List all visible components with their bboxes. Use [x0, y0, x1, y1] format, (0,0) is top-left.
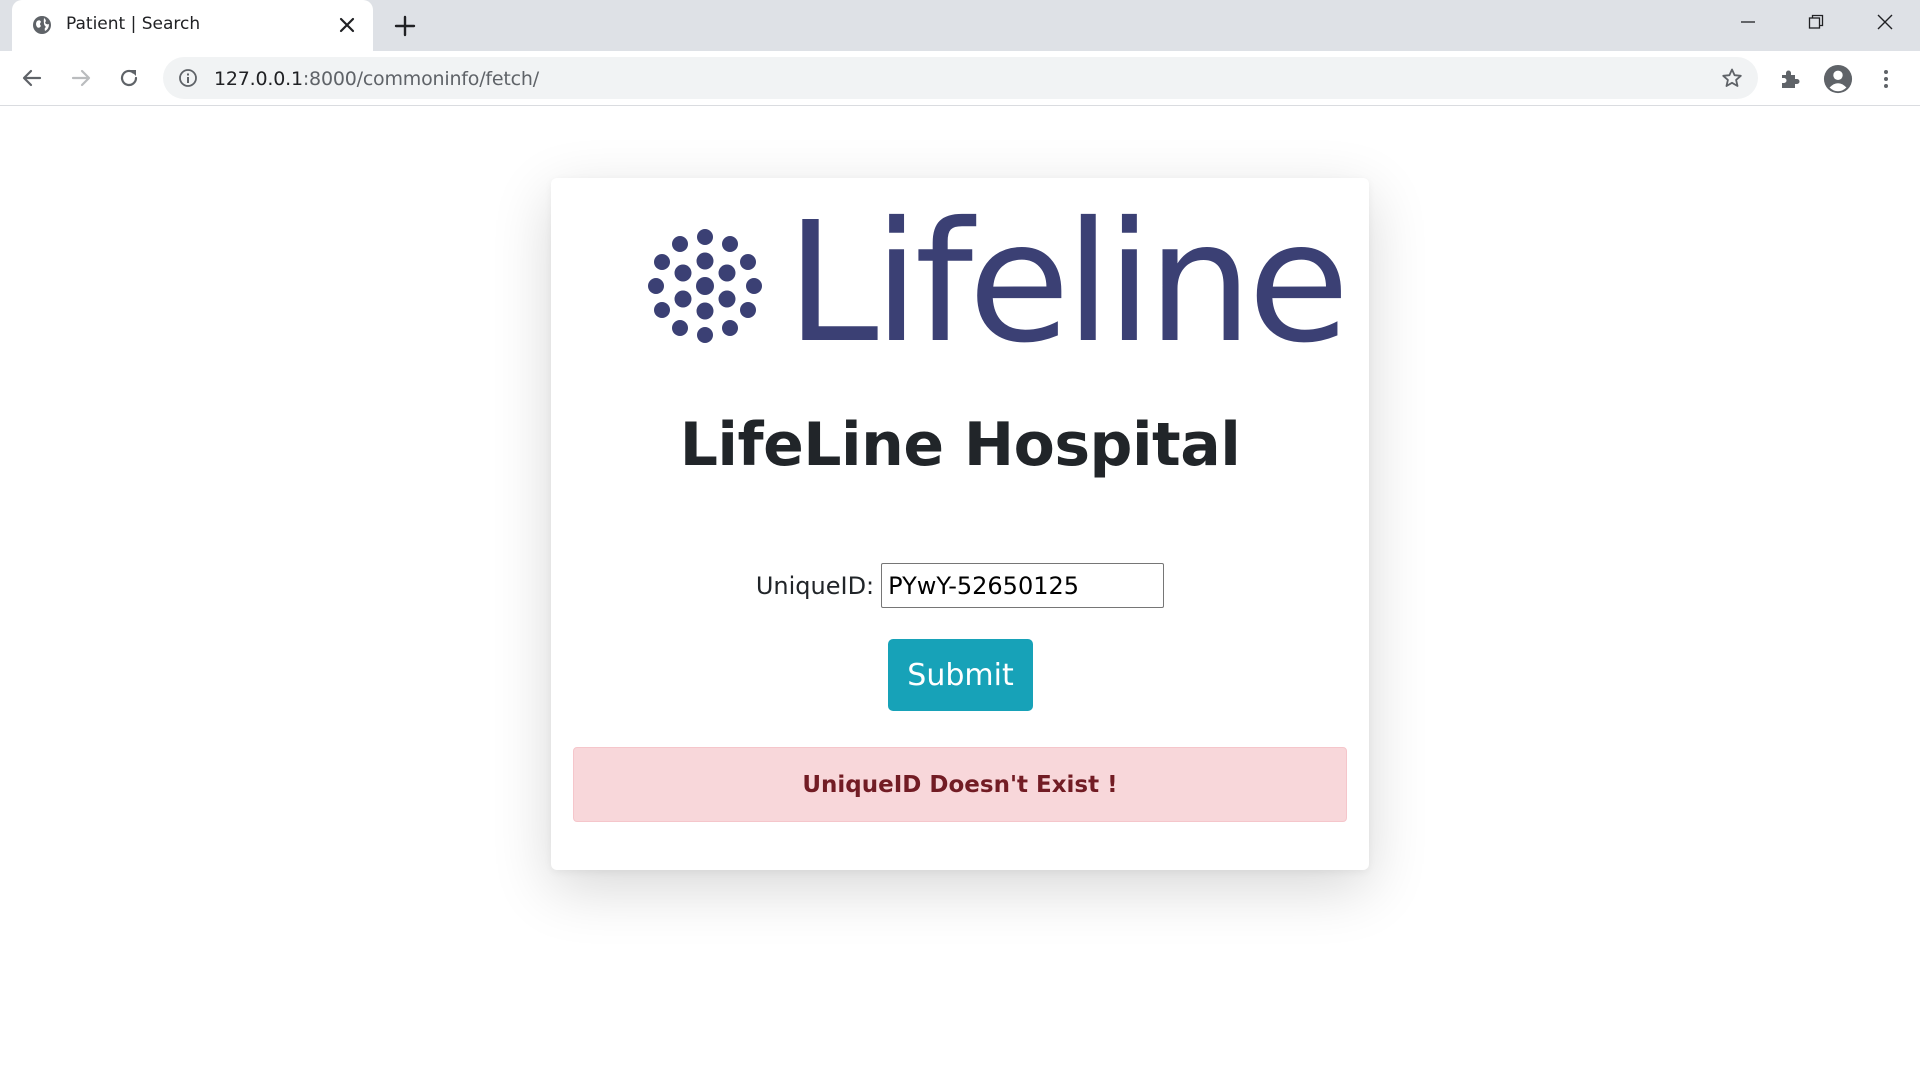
- url-path: :8000/commoninfo/fetch/: [302, 68, 539, 90]
- puzzle-icon[interactable]: [1775, 64, 1805, 94]
- minimize-icon[interactable]: [1725, 6, 1771, 38]
- tab-title: Patient | Search: [66, 14, 201, 34]
- info-icon[interactable]: [178, 68, 198, 88]
- lifeline-logo: Lifeline: [636, 201, 1350, 367]
- error-alert: UniqueID Doesn't Exist !: [573, 747, 1347, 822]
- page-title: LifeLine Hospital: [679, 410, 1241, 480]
- forward-arrow-icon[interactable]: [66, 63, 96, 93]
- browser-toolbar: 127.0.0.1:8000/commoninfo/fetch/: [0, 51, 1920, 106]
- more-vert-icon[interactable]: [1871, 64, 1901, 94]
- reload-icon[interactable]: [114, 63, 144, 93]
- back-arrow-icon[interactable]: [17, 63, 47, 93]
- alert-message: UniqueID Doesn't Exist !: [802, 771, 1118, 798]
- restore-icon[interactable]: [1793, 6, 1839, 38]
- address-bar[interactable]: 127.0.0.1:8000/commoninfo/fetch/: [163, 57, 1758, 99]
- star-icon[interactable]: [1721, 67, 1743, 89]
- logo-wordmark: Lifeline: [786, 187, 1350, 380]
- uniqueid-form: UniqueID:: [551, 563, 1369, 608]
- url-text: 127.0.0.1:8000/commoninfo/fetch/: [214, 68, 539, 90]
- search-card: Lifeline LifeLine Hospital UniqueID: Sub…: [551, 178, 1369, 870]
- close-window-icon[interactable]: [1862, 6, 1908, 38]
- account-icon[interactable]: [1823, 64, 1853, 94]
- browser-tab-active[interactable]: Patient | Search: [12, 0, 373, 51]
- uniqueid-label: UniqueID:: [755, 571, 875, 600]
- submit-button[interactable]: Submit: [888, 639, 1033, 711]
- logo-dots-icon: [648, 229, 762, 343]
- globe-icon: [32, 15, 52, 35]
- uniqueid-input[interactable]: [881, 563, 1165, 608]
- plus-icon[interactable]: [391, 12, 419, 40]
- url-host: 127.0.0.1: [214, 68, 303, 90]
- browser-titlebar: Patient | Search: [0, 0, 1920, 51]
- close-icon[interactable]: [335, 13, 359, 37]
